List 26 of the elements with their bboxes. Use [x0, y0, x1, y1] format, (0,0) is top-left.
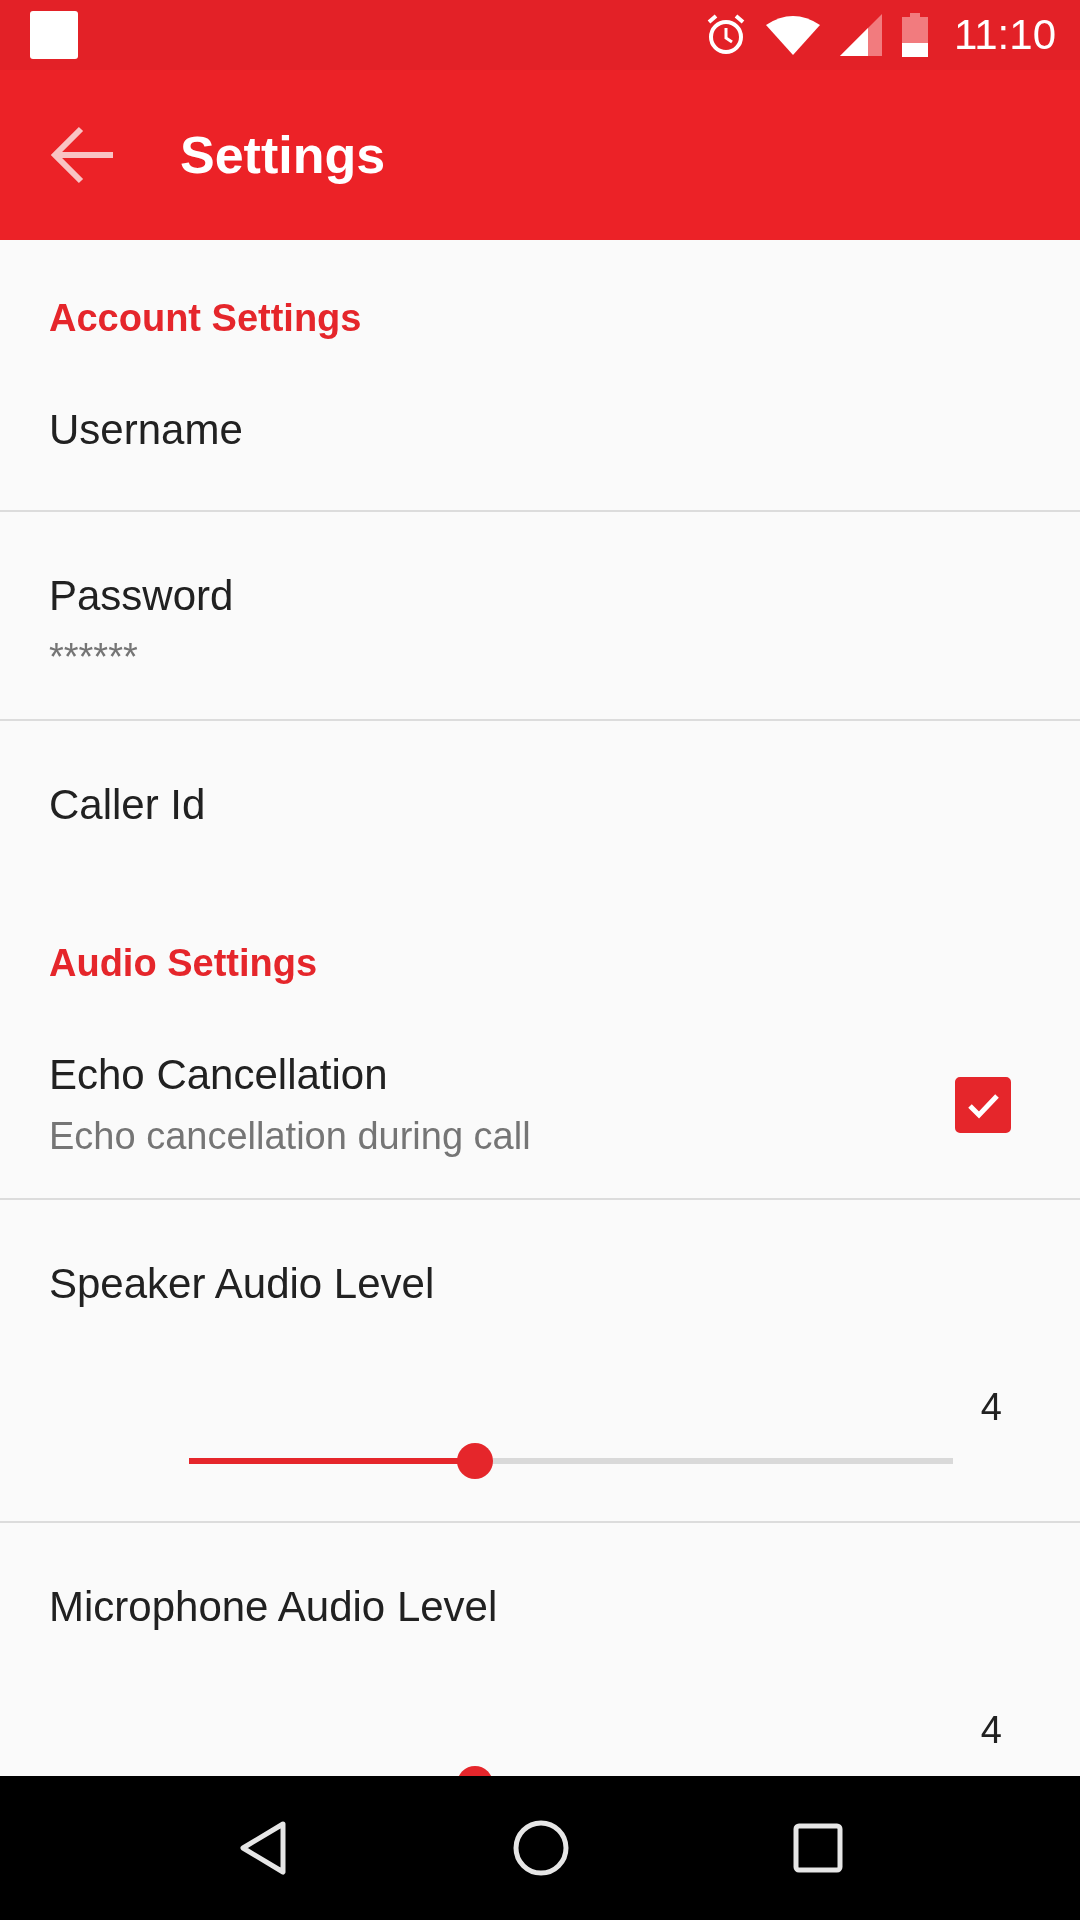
preference-title: Username	[49, 410, 244, 450]
back-arrow-icon	[51, 125, 115, 185]
section-header: Audio Settings	[48, 941, 319, 986]
preference-title: Caller Id	[49, 785, 207, 825]
preference-row[interactable]: Username	[0, 346, 1080, 512]
checkbox[interactable]	[955, 1076, 1011, 1133]
clock-time: 11:10	[954, 11, 1056, 59]
alarm-icon	[706, 14, 746, 56]
preference-row[interactable]: Caller Id	[0, 721, 1080, 885]
preference-summary: ******	[49, 637, 139, 677]
preference-summary: Echo cancellation during call	[49, 1116, 532, 1156]
preference-row[interactable]: Password ******	[0, 512, 1080, 721]
slider-value: 4	[980, 1710, 1002, 1750]
slider-thumb[interactable]	[456, 1443, 493, 1479]
home-icon[interactable]	[512, 1819, 570, 1877]
section-header: Account Settings	[48, 296, 363, 341]
preference-title: Password	[49, 576, 235, 616]
notification-icon	[30, 11, 78, 59]
wifi-icon	[766, 15, 820, 55]
recents-icon[interactable]	[793, 1823, 844, 1873]
battery-icon	[902, 13, 928, 57]
screen-title: Settings	[180, 125, 386, 185]
preference-row[interactable]: Echo Cancellation Echo cancellation during call	[0, 991, 1080, 1200]
slider-value: 4	[980, 1387, 1002, 1427]
signal-icon	[840, 14, 882, 56]
preference-title: Echo Cancellation	[49, 1055, 389, 1095]
